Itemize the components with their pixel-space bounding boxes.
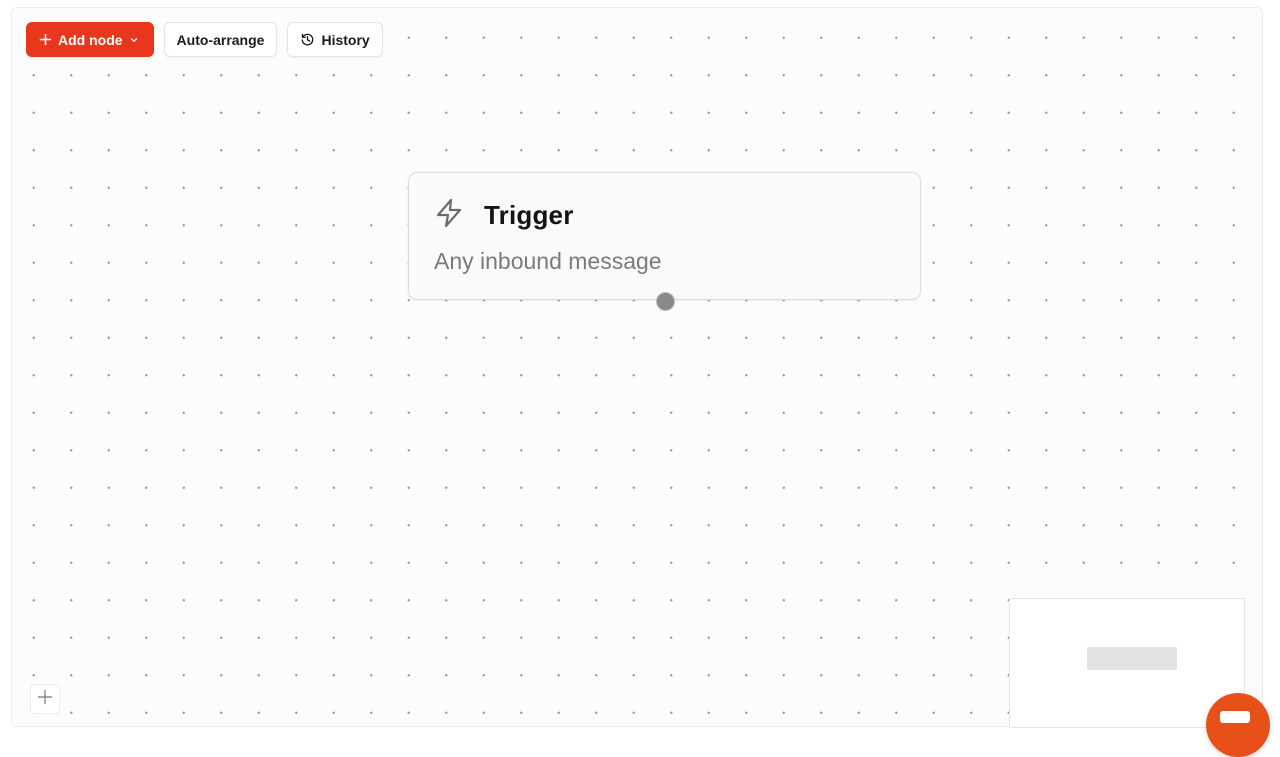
canvas-toolbar: Add node Auto-arrange History: [26, 22, 383, 57]
plus-icon: [39, 33, 52, 46]
chevron-down-icon: [129, 35, 139, 45]
history-icon: [300, 32, 315, 47]
history-label: History: [321, 31, 370, 48]
node-output-handle[interactable]: [656, 292, 675, 311]
zoom-in-button[interactable]: [30, 684, 60, 714]
node-header: Trigger: [433, 197, 574, 234]
trigger-node[interactable]: Trigger Any inbound message: [408, 172, 921, 300]
plus-icon: [37, 689, 53, 710]
node-title: Trigger: [484, 200, 574, 230]
lightning-icon: [433, 197, 465, 234]
node-description: Any inbound message: [434, 248, 662, 274]
add-node-button[interactable]: Add node: [26, 22, 154, 57]
chat-icon: [1220, 711, 1250, 723]
history-button[interactable]: History: [287, 22, 383, 57]
auto-arrange-button[interactable]: Auto-arrange: [163, 22, 278, 57]
minimap-node: [1087, 647, 1177, 670]
add-node-label: Add node: [58, 31, 123, 48]
help-chat-button[interactable]: [1206, 693, 1270, 757]
auto-arrange-label: Auto-arrange: [176, 31, 265, 48]
